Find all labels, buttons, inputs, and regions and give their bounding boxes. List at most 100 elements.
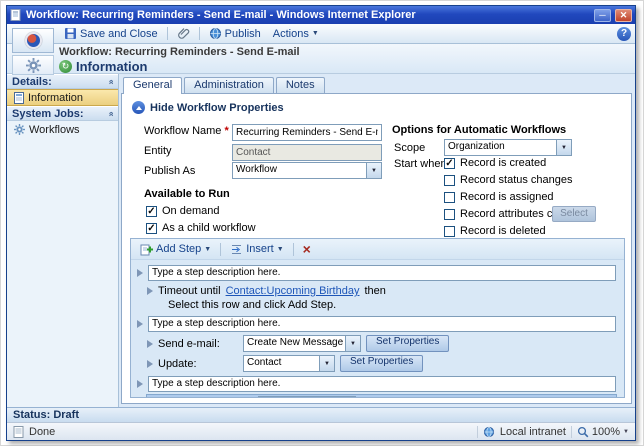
tab-administration[interactable]: Administration [184,77,274,93]
update-select[interactable]: Contact ▼ [243,355,335,372]
chevron-down-icon: ▼ [277,246,284,253]
chevron-down-icon: ▼ [556,140,571,155]
step-description-input[interactable] [148,265,616,281]
chevron-down-icon: ▼ [312,30,319,37]
record-assigned-option[interactable]: Record is assigned [444,191,554,203]
timeout-step-row[interactable]: Timeout until Contact:Upcoming Birthday … [147,284,616,312]
zoom-level: 100% [592,426,620,438]
timeout-hint: Select this row and click Add Step. [168,298,616,312]
update-step-row[interactable]: Update: Contact ▼ Set Properties [147,355,616,372]
close-button[interactable]: ✕ [615,9,632,22]
checkbox[interactable] [444,226,455,237]
record-created-option[interactable]: ✓ Record is created [444,157,546,169]
save-icon [64,27,77,40]
tab-notes[interactable]: Notes [276,77,325,93]
set-properties-button[interactable]: Set Properties [366,335,449,352]
scope-select[interactable]: Organization ▼ [444,139,572,156]
add-step-button[interactable]: Add Step ▼ [136,242,215,257]
checkbox[interactable]: ✓ [146,206,157,217]
row-selector-icon[interactable] [147,287,153,295]
step-description-row[interactable] [137,375,616,392]
checkbox[interactable]: ✓ [444,158,455,169]
delete-step-icon[interactable]: × [299,243,315,255]
checkbox[interactable] [444,209,455,220]
crm-logo-icon [25,32,42,49]
lookup-grid-icon[interactable] [579,398,594,399]
row-selector-icon[interactable] [147,340,153,348]
checkbox[interactable]: ✓ [146,223,157,234]
help-button[interactable]: ? [617,27,631,41]
step-description-input[interactable] [148,376,616,392]
on-demand-option[interactable]: ✓ On demand [146,205,219,217]
select-button: Select [552,206,596,222]
row-selector-icon[interactable] [137,380,143,388]
crm-status-bar: Status: Draft [7,407,635,422]
sidebar: Details: » Information System Jobs: » [7,74,119,407]
magnifier-icon [577,426,589,438]
status-text: Status: Draft [13,409,79,421]
add-step-icon [140,243,153,256]
publish-icon [209,27,222,40]
timeout-condition-link[interactable]: Contact:Upcoming Birthday [226,285,360,297]
row-selector-icon[interactable] [137,320,143,328]
record-deleted-option[interactable]: Record is deleted [444,225,546,237]
statusbar-separator [477,426,478,438]
attach-button[interactable] [172,26,195,41]
record-status-option[interactable]: Record status changes [444,174,573,186]
form-icon [14,92,24,104]
gear-icon [14,124,25,135]
sidebar-details-header[interactable]: Details: » [7,74,118,89]
set-properties-button[interactable]: Set Properties [340,355,423,372]
child-workflow-step-row[interactable]: Start child workflow: Contact ▼ [147,395,616,398]
collapse-chevron-icon: » [105,79,115,84]
sidebar-item-workflows[interactable]: Workflows [7,121,118,138]
publish-button[interactable]: Publish [204,26,266,41]
dynamic-values-icon[interactable] [599,398,614,399]
checkbox[interactable] [444,192,455,203]
tab-general[interactable]: General [123,77,182,94]
ie-status-text: Done [29,426,55,438]
available-to-run-header: Available to Run [144,188,230,200]
publish-as-select[interactable]: Workflow ▼ [232,162,382,179]
insert-button[interactable]: Insert ▼ [226,242,287,257]
app-logo-box [12,28,54,53]
step-description-row[interactable] [137,315,616,332]
ie-window: Workflow: Recurring Reminders - Send E-m… [6,5,636,441]
hide-properties-toggle[interactable]: Hide Workflow Properties [132,101,284,114]
main-area: General Administration Notes Hide Workfl… [119,74,635,407]
sidebar-item-information[interactable]: Information [7,89,118,106]
chevron-down-icon: ▼ [345,336,360,351]
entity-input [232,144,382,161]
screenshot-frame: Workflow: Recurring Reminders - Send E-m… [0,0,644,446]
page-title: Information [76,59,148,74]
save-and-close-button[interactable]: Save and Close [59,26,163,41]
actions-button[interactable]: Actions ▼ [268,27,324,41]
workflow-name-label: Workflow Name * [144,125,229,137]
checkbox[interactable] [444,175,455,186]
child-workflow-option[interactable]: ✓ As a child workflow [146,222,256,234]
automatic-options-header: Options for Automatic Workflows [392,124,566,136]
chevron-down-icon: ▼ [340,397,355,398]
sidebar-jobs-header[interactable]: System Jobs: » [7,106,118,121]
zoom-control[interactable]: 100% ▼ [577,426,629,438]
row-selector-icon[interactable] [147,360,153,368]
step-description-input[interactable] [148,316,616,332]
send-email-step-row[interactable]: Send e-mail: Create New Message ▼ Set Pr… [147,335,616,352]
step-description-row[interactable] [137,264,616,281]
chevron-down-icon: ▼ [623,429,629,435]
workflow-name-input[interactable] [232,124,382,141]
row-selector-icon[interactable] [137,269,143,277]
title-bar[interactable]: Workflow: Recurring Reminders - Send E-m… [7,6,635,24]
page-icon [13,426,24,438]
chevron-down-icon: ▼ [366,163,381,178]
entity-label: Entity [144,145,172,157]
ie-status-bar: Done Local intranet 100% ▼ [7,422,635,440]
minimize-button[interactable]: ─ [594,9,611,22]
information-icon: ↻ [59,60,72,73]
child-workflow-entity-select[interactable]: Contact ▼ [258,396,356,398]
start-when-label: Start when: [394,158,450,170]
toolbar-separator [167,27,168,40]
send-email-select[interactable]: Create New Message ▼ [243,335,361,352]
step-rows: Timeout until Contact:Upcoming Birthday … [131,260,624,398]
workflow-entity-box [12,55,54,75]
